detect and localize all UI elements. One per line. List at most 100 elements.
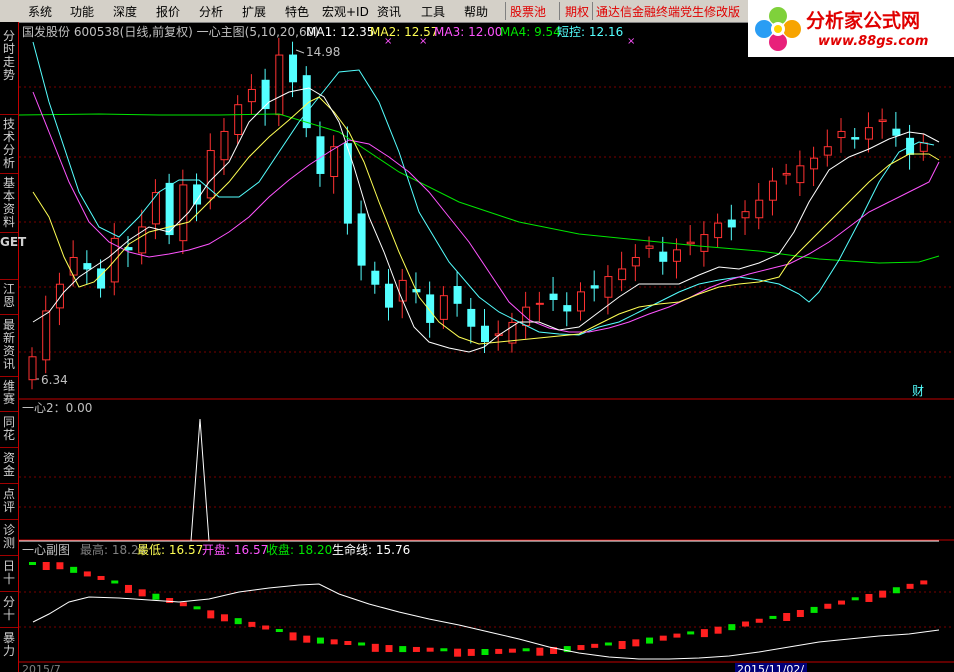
tab-divider: [0, 447, 18, 448]
candle-body: [576, 291, 585, 312]
svg-text:6.34: 6.34: [41, 373, 68, 387]
sub-candle: [783, 613, 791, 621]
sub-candle: [632, 639, 640, 647]
tab-weisai[interactable]: 维赛: [0, 380, 18, 408]
tab-tonghua[interactable]: 同花: [0, 416, 18, 444]
candle-body: [590, 285, 599, 289]
candle-body: [481, 325, 489, 343]
sub-candle: [220, 614, 228, 622]
candle-body: [453, 286, 462, 304]
tab-fundamentals[interactable]: 基本资料: [0, 177, 18, 231]
ma3-label: MA3:: [434, 25, 464, 39]
tab-divider: [0, 591, 18, 592]
tab-get[interactable]: GET: [0, 236, 26, 278]
candle-body: [919, 142, 928, 152]
sub-candle: [29, 562, 36, 565]
ma4-label: MA4:: [500, 25, 530, 39]
menu-depth[interactable]: 深度: [113, 3, 137, 20]
tab-latest-news[interactable]: 最新资讯: [0, 319, 18, 373]
tab-diagnosis[interactable]: 诊测: [0, 524, 18, 552]
svg-text:MA2: 12.57: MA2: 12.57: [370, 25, 438, 39]
candle-body: [193, 184, 202, 205]
candle-body: [768, 180, 777, 201]
tab-daily-ten[interactable]: 日十: [0, 560, 18, 588]
sub-candle: [824, 603, 832, 609]
sub-candle: [454, 648, 462, 657]
menu-futures[interactable]: 期权: [565, 3, 589, 20]
tab-label: 日十: [2, 559, 15, 586]
menu-help[interactable]: 帮助: [464, 3, 488, 20]
tab-gann[interactable]: 江恩: [0, 283, 18, 311]
sub-candle: [687, 631, 695, 635]
sub-candle: [851, 597, 859, 601]
sub-candle: [152, 593, 160, 600]
sub-candle: [838, 600, 846, 605]
menu-stock-pool[interactable]: 股票池: [510, 3, 546, 20]
candle-body: [659, 251, 668, 262]
chart-area[interactable]: 国发股份 600538(日线,前复权) 一心主图(5,10,20,60) MA1…: [19, 22, 954, 672]
sub-candle: [495, 648, 503, 654]
candle-body: [686, 241, 695, 245]
candle-body: [439, 295, 448, 320]
tab-capital[interactable]: 资金: [0, 452, 18, 480]
tab-violence[interactable]: 暴力: [0, 632, 18, 660]
ma4-line: [19, 113, 940, 264]
sub-candle: [440, 648, 448, 652]
svg-text:×: ×: [419, 36, 427, 47]
axis-cursor-date: 2015/11/02/: [737, 663, 804, 672]
menu-macro[interactable]: 宏观+ID: [322, 3, 369, 20]
main-candles: [28, 37, 928, 390]
menu-extend[interactable]: 扩展: [242, 3, 266, 20]
sidebar: 分时走势 技术分析 基本资料 GET 江恩 最新资讯 维赛 同花 资金 点评 诊…: [0, 22, 26, 672]
candle-body: [892, 128, 901, 136]
axis-left-date: 2015/7: [22, 663, 61, 672]
menu-quote[interactable]: 报价: [156, 3, 180, 20]
high-label: 最高:: [80, 542, 108, 557]
menu-news[interactable]: 资讯: [377, 3, 401, 20]
sub-candle: [755, 618, 763, 623]
tab-technical[interactable]: 技术分析: [0, 118, 18, 172]
low-value: 16.57: [169, 543, 203, 557]
svg-text:短控: 12.16: 短控: 12.16: [557, 25, 623, 39]
close-label: 收盘:: [266, 542, 294, 557]
menu-system[interactable]: 系统: [28, 3, 52, 20]
candle-body: [42, 310, 51, 361]
menu-function[interactable]: 功能: [70, 3, 94, 20]
sub-candle: [426, 647, 434, 652]
candle-body: [316, 136, 325, 174]
finance-marker[interactable]: 财: [912, 384, 924, 398]
candle-body: [782, 172, 791, 176]
candle-body: [28, 356, 37, 381]
svg-text:最低: 16.57: 最低: 16.57: [137, 543, 203, 557]
candle-body: [467, 308, 476, 327]
candle-body: [851, 137, 860, 140]
svg-text:×: ×: [384, 36, 392, 47]
menu-tools[interactable]: 工具: [421, 3, 445, 20]
candle-body: [741, 211, 750, 219]
sub-candle: [303, 635, 311, 643]
tab-label: 资金: [2, 451, 15, 478]
tab-label: 江恩: [2, 282, 15, 309]
menu-divider: [592, 2, 593, 20]
sub-candle: [166, 597, 174, 603]
announcement-ticker[interactable]: 通达信金融终端党生修改版: [596, 3, 740, 20]
svg-text:生命线: 15.76: 生命线: 15.76: [332, 542, 410, 557]
candle-body: [796, 165, 805, 184]
tab-label: 最新资讯: [2, 318, 15, 371]
menu-analysis[interactable]: 分析: [199, 3, 223, 20]
tab-intraday[interactable]: 分时走势: [0, 28, 18, 108]
tab-divider: [0, 627, 18, 628]
sub-candle: [399, 646, 407, 653]
sub-candle: [179, 602, 187, 607]
candle-body: [714, 222, 723, 239]
candle-body: [357, 213, 366, 266]
candle-body: [864, 127, 873, 140]
main-header: 国发股份 600538(日线,前复权) 一心主图(5,10,20,60) MA1…: [22, 24, 623, 39]
svg-text:收盘: 18.20: 收盘: 18.20: [266, 542, 332, 557]
low-label: 最低:: [137, 543, 165, 557]
tab-minute-ten[interactable]: 分十: [0, 596, 18, 624]
candle-body: [234, 104, 243, 136]
tab-review[interactable]: 点评: [0, 488, 18, 516]
candle-body: [289, 54, 298, 83]
menu-special[interactable]: 特色: [285, 3, 309, 20]
